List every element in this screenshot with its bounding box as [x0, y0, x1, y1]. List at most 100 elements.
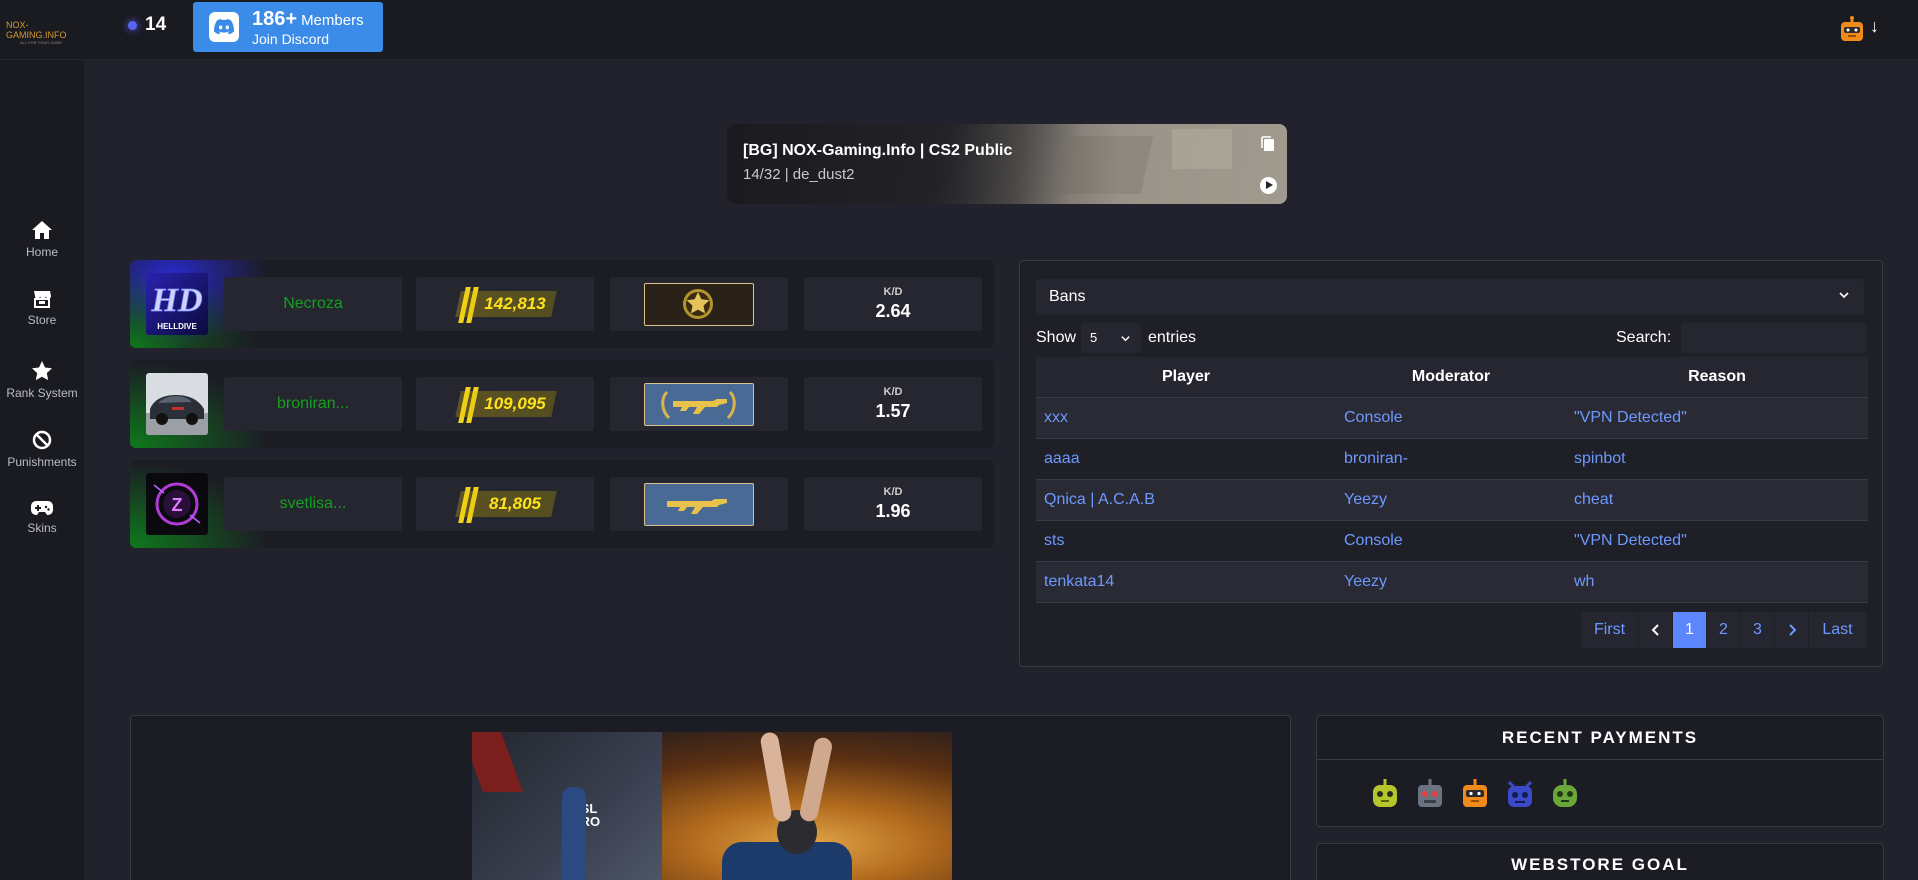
player-points: 81,805	[416, 477, 594, 531]
list-type-select[interactable]: Bans	[1036, 279, 1864, 315]
discord-member-count: 186+	[252, 7, 298, 30]
points-value: 81,805	[489, 494, 541, 513]
column-header[interactable]: Player	[1036, 357, 1336, 398]
kd-label: K/D	[883, 386, 903, 398]
ban-player[interactable]: Qnica | A.C.A.B	[1036, 479, 1336, 521]
sidebar-item-home[interactable]: Home	[0, 220, 84, 259]
player-name[interactable]: Necroza	[224, 277, 402, 331]
sidebar-item-label: Rank System	[6, 386, 78, 400]
join-discord-button[interactable]: 186+ Members Join Discord	[193, 2, 383, 52]
entries-label: entries	[1148, 329, 1197, 346]
show-label: Show	[1036, 329, 1077, 346]
search-input[interactable]	[1681, 323, 1866, 353]
payer-avatar[interactable]	[1459, 778, 1491, 810]
ban-player[interactable]: sts	[1036, 520, 1336, 562]
ban-player[interactable]: xxx	[1036, 397, 1336, 439]
ban-moderator[interactable]: Yeezy	[1336, 479, 1566, 521]
ban-player[interactable]: tenkata14	[1036, 561, 1336, 603]
svg-text:Z: Z	[172, 495, 183, 515]
ban-reason[interactable]: cheat	[1566, 479, 1868, 521]
pagination-page[interactable]: 3	[1740, 612, 1774, 648]
table-row: xxx Console "VPN Detected"	[1036, 397, 1868, 439]
pagination-page[interactable]: 2	[1706, 612, 1740, 648]
logo-text: NOX-GAMING.INFO	[6, 20, 67, 40]
chevron-right-icon[interactable]	[1774, 612, 1808, 648]
ban-player[interactable]: aaaa	[1036, 438, 1336, 480]
player-kd: K/D 1.96	[804, 477, 982, 531]
server-name: [BG] NOX-Gaming.Info | CS2 Public	[743, 142, 1013, 159]
sidebar-item-label: Store	[27, 313, 57, 327]
webstore-goal-title: WEBSTORE GOAL	[1511, 855, 1689, 874]
player-kd: K/D 2.64	[804, 277, 982, 331]
server-info: 14/32 | de_dust2	[743, 166, 855, 183]
star-icon	[32, 361, 52, 381]
online-count: 14	[145, 14, 167, 35]
entries-value: 5	[1090, 330, 1098, 345]
player-rank	[610, 477, 788, 531]
pagination-first[interactable]: First	[1580, 612, 1638, 648]
sidebar: Home Store Rank System Punishments Skins	[0, 60, 84, 880]
column-header[interactable]: Moderator	[1336, 357, 1566, 398]
top-player-row[interactable]: HD HELLDIVE Necroza 142,813 K/D 2.64	[130, 260, 994, 348]
media-panel: ESLPRO	[130, 715, 1291, 880]
ban-moderator[interactable]: broniran-	[1336, 438, 1566, 480]
player-points: 109,095	[416, 377, 594, 431]
pagination: First 1 2 3 Last	[1580, 612, 1866, 648]
table-row: tenkata14 Yeezy wh	[1036, 561, 1868, 603]
player-avatar: Z	[146, 473, 208, 535]
table-header-row: Player Moderator Reason	[1036, 357, 1868, 398]
payer-avatar[interactable]	[1414, 778, 1446, 810]
ban-reason[interactable]: "VPN Detected"	[1566, 397, 1868, 439]
home-icon	[32, 221, 52, 239]
site-logo[interactable]: NOX-GAMING.INFO ALL FOR YOUR GAME	[6, 20, 78, 45]
player-avatar: HD HELLDIVE	[146, 273, 208, 335]
arrow-down-icon[interactable]: ↓	[1870, 16, 1879, 37]
search-label: Search:	[1616, 329, 1672, 346]
chevron-left-icon[interactable]	[1638, 612, 1672, 648]
logo-subtitle: ALL FOR YOUR GAME	[20, 40, 63, 45]
gold-star-rank-icon	[644, 283, 754, 326]
player-avatar	[146, 373, 208, 435]
ban-reason[interactable]: "VPN Detected"	[1566, 520, 1868, 562]
copy-icon[interactable]	[1261, 136, 1275, 157]
table-row: Qnica | A.C.A.B Yeezy cheat	[1036, 479, 1868, 521]
photo-player	[562, 787, 586, 880]
discord-icon	[209, 12, 239, 42]
sidebar-item-store[interactable]: Store	[0, 290, 84, 327]
recent-payments-panel: RECENT PAYMENTS	[1316, 715, 1884, 827]
player-kd: K/D 1.57	[804, 377, 982, 431]
ban-reason[interactable]: wh	[1566, 561, 1868, 603]
ban-moderator[interactable]: Console	[1336, 397, 1566, 439]
sidebar-item-label: Punishments	[7, 455, 77, 469]
sidebar-item-label: Skins	[27, 521, 57, 535]
event-photo: ESLPRO	[472, 732, 952, 880]
ban-reason[interactable]: spinbot	[1566, 438, 1868, 480]
sidebar-item-skins[interactable]: Skins	[0, 500, 84, 535]
pagination-last[interactable]: Last	[1808, 612, 1866, 648]
discord-join-label: Join Discord	[252, 30, 330, 47]
table-controls: Show 5 entries Search:	[1036, 323, 1866, 353]
play-connect-icon[interactable]	[1260, 177, 1277, 194]
top-bar: NOX-GAMING.INFO ALL FOR YOUR GAME 14 186…	[0, 0, 1918, 60]
pagination-page[interactable]: 1	[1672, 612, 1706, 648]
payer-avatar[interactable]	[1504, 778, 1536, 810]
player-rank	[610, 377, 788, 431]
entries-select[interactable]: 5	[1081, 323, 1141, 353]
sidebar-item-punishments[interactable]: Punishments	[0, 430, 84, 469]
sidebar-item-rank-system[interactable]: Rank System	[0, 360, 84, 400]
column-header[interactable]: Reason	[1566, 357, 1868, 398]
banner-overlay	[727, 124, 1287, 204]
kd-value: 2.64	[875, 301, 911, 321]
top-player-row[interactable]: broniran... 109,095 K/D 1.57	[130, 360, 994, 448]
server-banner[interactable]: [BG] NOX-Gaming.Info | CS2 Public 14/32 …	[727, 124, 1287, 204]
ak-rank-icon	[644, 483, 754, 526]
user-avatar[interactable]	[1838, 16, 1866, 44]
ban-moderator[interactable]: Console	[1336, 520, 1566, 562]
player-name[interactable]: svetlisa...	[224, 477, 402, 531]
top-player-row[interactable]: Z svetlisa... 81,805 K/D 1.96	[130, 460, 994, 548]
webstore-goal-panel: WEBSTORE GOAL	[1316, 843, 1884, 880]
ban-moderator[interactable]: Yeezy	[1336, 561, 1566, 603]
player-name[interactable]: broniran...	[224, 377, 402, 431]
payer-avatar[interactable]	[1369, 778, 1401, 810]
payer-avatar[interactable]	[1549, 778, 1581, 810]
